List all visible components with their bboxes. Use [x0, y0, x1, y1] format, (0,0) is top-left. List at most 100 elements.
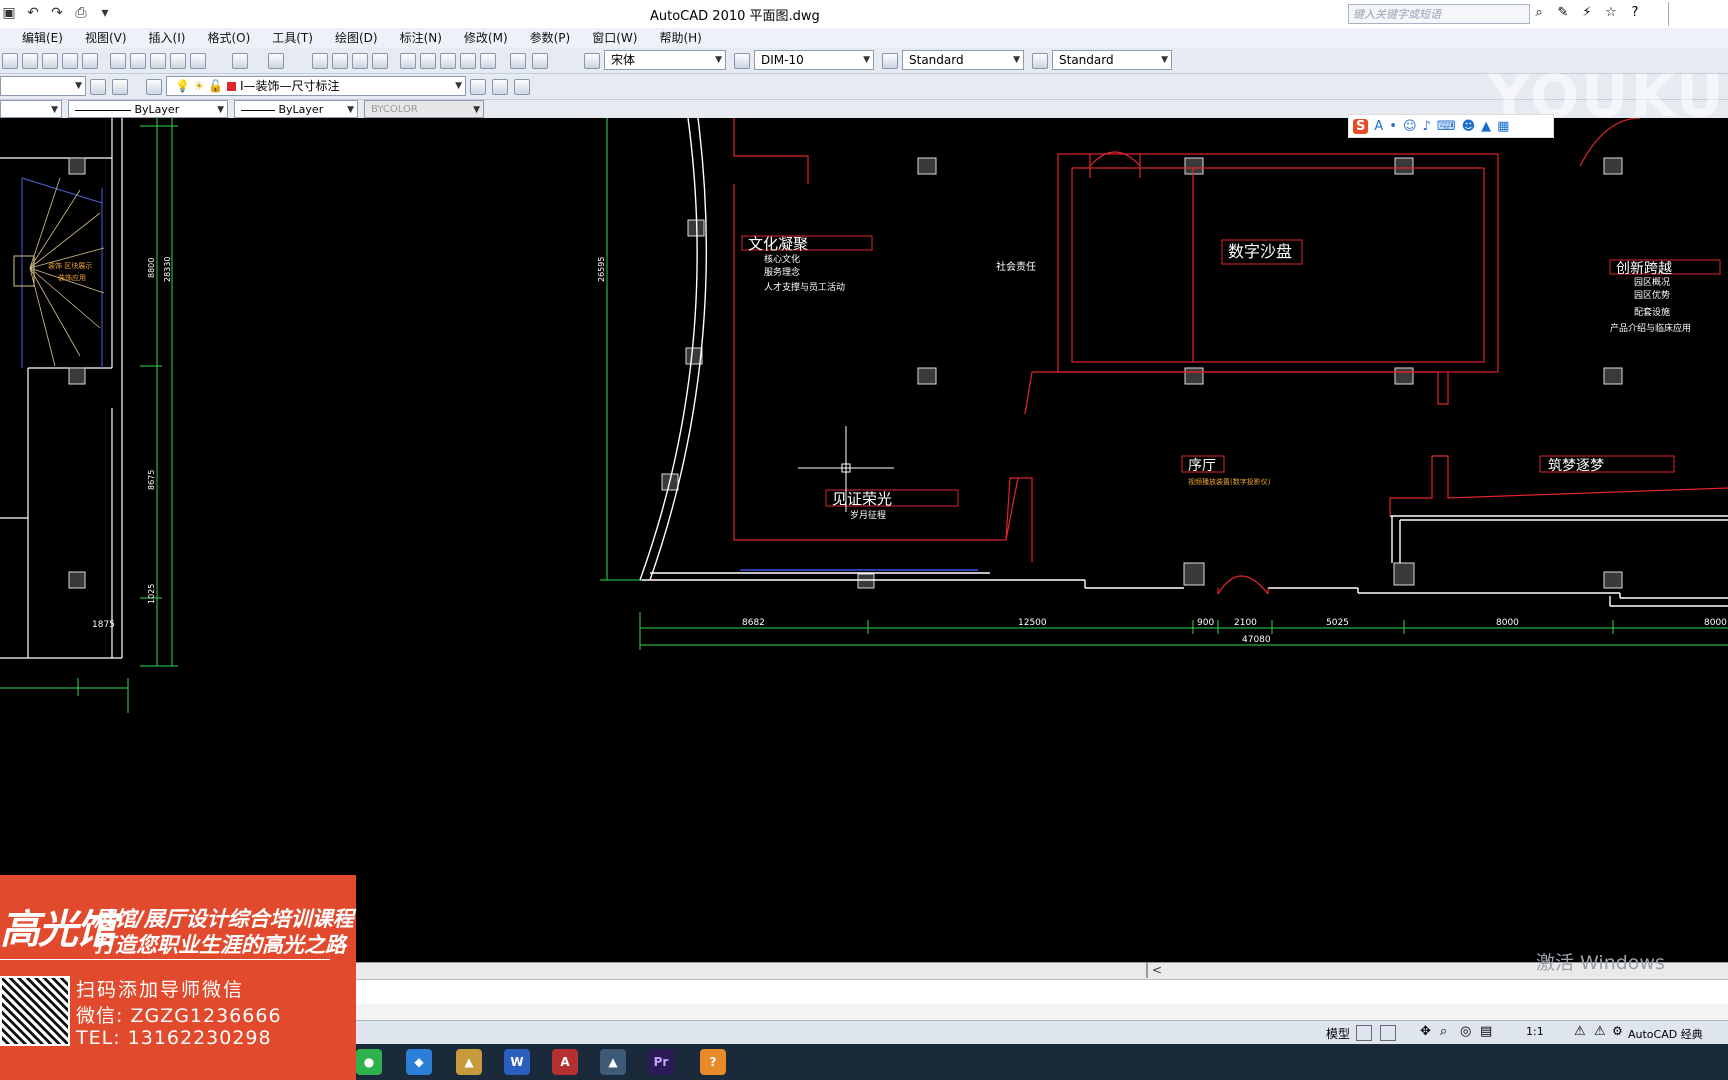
sogou-icon[interactable]: S	[1353, 118, 1369, 134]
emoji-icon[interactable]: ☺	[1403, 119, 1417, 134]
help-icon[interactable]	[532, 53, 548, 69]
binoculars-icon[interactable]: ⌕	[1530, 4, 1548, 22]
layer-previous-icon[interactable]	[492, 79, 508, 95]
lineweight-combo[interactable]: ByLayer ▼	[234, 100, 358, 118]
app-icon[interactable]: ?	[700, 1049, 726, 1075]
skin-icon[interactable]: ▲	[1481, 119, 1491, 134]
multileader-style-icon[interactable]	[1032, 53, 1048, 69]
user-icon[interactable]: ☻	[1462, 119, 1476, 134]
annotation-scale[interactable]: 1:1	[1526, 1025, 1544, 1038]
help-icon[interactable]: ?	[1626, 4, 1644, 22]
menu-parameters[interactable]: 参数(P)	[508, 28, 571, 48]
annotation-visibility-icon[interactable]: ⚠	[1574, 1024, 1586, 1039]
drawing-canvas[interactable]: 装饰 区块展示 装饰应用 8800 28330 8675 1025 1875 文…	[0, 117, 1728, 962]
table-style-combo[interactable]: Standard ▼	[902, 50, 1024, 70]
color-combo[interactable]: ▼	[0, 100, 62, 118]
layout-icon[interactable]	[1356, 1025, 1372, 1041]
make-current-icon[interactable]	[470, 79, 486, 95]
layer-combo[interactable]: 💡 ☀ 🔓 I—装饰—尺寸标注 ▼	[166, 76, 466, 96]
workspace-label[interactable]: AutoCAD 经典	[1628, 1026, 1703, 1042]
scroll-thumb[interactable]	[1146, 963, 1148, 978]
zoom-realtime-icon[interactable]	[332, 53, 348, 69]
keyboard-icon[interactable]: ⌨	[1437, 119, 1456, 134]
workspace-combo[interactable]: ▼	[0, 76, 86, 96]
design-center-icon[interactable]	[420, 53, 436, 69]
premiere-icon[interactable]: Pr	[648, 1049, 674, 1075]
horizontal-scrollbar[interactable]: <	[356, 962, 1728, 979]
subscription-icon[interactable]: ⚡	[1578, 4, 1596, 22]
scroll-left-arrow[interactable]: <	[1152, 963, 1162, 977]
save-icon[interactable]	[22, 53, 38, 69]
help-search-input[interactable]: 键入关键字或短语	[1348, 4, 1530, 24]
sheet-set-icon[interactable]	[460, 53, 476, 69]
block-editor-icon[interactable]	[190, 53, 206, 69]
dim-style-icon[interactable]	[734, 53, 750, 69]
menu-tools[interactable]: 工具(T)	[250, 28, 313, 48]
input-method-toolbar[interactable]: S A • ☺ ♪ ⌨ ☻ ▲ ▦	[1348, 114, 1554, 138]
match-properties-icon[interactable]	[170, 53, 186, 69]
pan-icon[interactable]	[312, 53, 328, 69]
layout-icon[interactable]	[1380, 1025, 1396, 1041]
menu-modify[interactable]: 修改(M)	[442, 28, 508, 48]
pan-icon[interactable]: ✥	[1420, 1024, 1431, 1039]
plot-icon[interactable]	[42, 53, 58, 69]
text-style-combo[interactable]: 宋体 ▼	[604, 50, 726, 70]
autocad-icon[interactable]: A	[552, 1049, 578, 1075]
layer-manager-icon[interactable]	[146, 79, 162, 95]
tool-icon[interactable]: ▲	[456, 1049, 482, 1075]
menu-edit[interactable]: 编辑(E)	[0, 28, 63, 48]
linetype-combo[interactable]: ByLayer ▼	[68, 100, 228, 118]
punctuation-icon[interactable]: •	[1389, 119, 1397, 134]
undo-icon[interactable]: ↶	[24, 4, 42, 22]
window-controls[interactable]	[1668, 2, 1728, 26]
markup-icon[interactable]	[480, 53, 496, 69]
communication-center-icon[interactable]: ✎	[1554, 4, 1572, 22]
photos-icon[interactable]: ▲	[600, 1049, 626, 1075]
command-line-input[interactable]	[356, 1004, 1728, 1020]
favorites-star-icon[interactable]: ☆	[1602, 4, 1620, 22]
menu-help[interactable]: 帮助(H)	[637, 28, 701, 48]
wechat-icon[interactable]: ●	[356, 1049, 382, 1075]
text-style-icon[interactable]	[584, 53, 600, 69]
properties-icon[interactable]	[400, 53, 416, 69]
zoom-window-icon[interactable]	[352, 53, 368, 69]
publish-icon[interactable]	[82, 53, 98, 69]
save-icon[interactable]: ▣	[0, 4, 18, 22]
font-icon[interactable]: A	[1374, 119, 1383, 134]
auto-scale-icon[interactable]: ⚠	[1594, 1024, 1606, 1039]
redo-icon[interactable]	[268, 53, 284, 69]
copy-icon[interactable]	[130, 53, 146, 69]
showmotion-icon[interactable]: ▤	[1480, 1024, 1492, 1039]
steering-wheel-icon[interactable]: ◎	[1460, 1024, 1471, 1039]
menu-view[interactable]: 视图(V)	[63, 28, 127, 48]
zoom-previous-icon[interactable]	[372, 53, 388, 69]
print-icon[interactable]: ⎙	[72, 4, 90, 22]
browser-icon[interactable]: ◆	[406, 1049, 432, 1075]
cut-icon[interactable]	[110, 53, 126, 69]
open-icon[interactable]	[2, 53, 18, 69]
grid-icon[interactable]: ▦	[1497, 119, 1509, 134]
multileader-style-combo[interactable]: Standard ▼	[1052, 50, 1172, 70]
calculator-icon[interactable]	[510, 53, 526, 69]
word-icon[interactable]: W	[504, 1049, 530, 1075]
preview-icon[interactable]	[62, 53, 78, 69]
menu-window[interactable]: 窗口(W)	[570, 28, 637, 48]
plotstyle-combo[interactable]: BYCOLOR ▼	[364, 100, 484, 118]
workspace-switch-icon[interactable]: ⚙	[1612, 1024, 1623, 1038]
dropdown-icon[interactable]: ▾	[96, 4, 114, 22]
layer-state-icon[interactable]	[514, 79, 530, 95]
gear-icon[interactable]	[90, 79, 106, 95]
microphone-icon[interactable]: ♪	[1423, 119, 1431, 134]
model-tab[interactable]: 模型	[1326, 1025, 1350, 1042]
tool-palettes-icon[interactable]	[440, 53, 456, 69]
menu-format[interactable]: 格式(O)	[185, 28, 250, 48]
menu-dimension[interactable]: 标注(N)	[378, 28, 442, 48]
undo-icon[interactable]	[232, 53, 248, 69]
menu-insert[interactable]: 插入(I)	[127, 28, 186, 48]
menu-draw[interactable]: 绘图(D)	[313, 28, 378, 48]
dim-style-combo[interactable]: DIM-10 ▼	[754, 50, 874, 70]
zoom-icon[interactable]: ⌕	[1440, 1024, 1447, 1039]
paste-icon[interactable]	[150, 53, 166, 69]
workspace-icon[interactable]	[112, 79, 128, 95]
redo-icon[interactable]: ↷	[48, 4, 66, 22]
